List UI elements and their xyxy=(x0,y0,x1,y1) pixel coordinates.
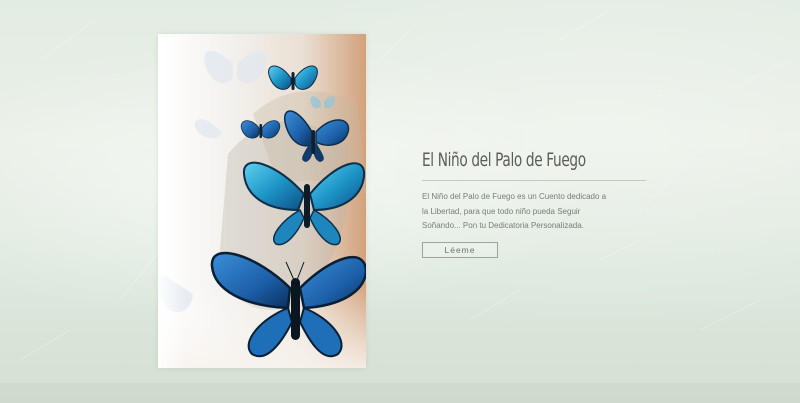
read-button[interactable]: Léeme xyxy=(422,241,498,258)
book-info: El Niño del Palo de Fuego El Niño del Pa… xyxy=(422,144,646,258)
landing-page: El Niño del Palo de Fuego El Niño del Pa… xyxy=(0,0,800,403)
background-texture xyxy=(0,9,800,403)
book-description: El Niño del Palo de Fuego es un Cuento d… xyxy=(422,192,607,230)
title-divider xyxy=(422,180,646,181)
butterflies-illustration xyxy=(158,34,366,368)
book-title: El Niño del Palo de Fuego xyxy=(422,149,586,171)
book-cover[interactable] xyxy=(158,34,366,368)
